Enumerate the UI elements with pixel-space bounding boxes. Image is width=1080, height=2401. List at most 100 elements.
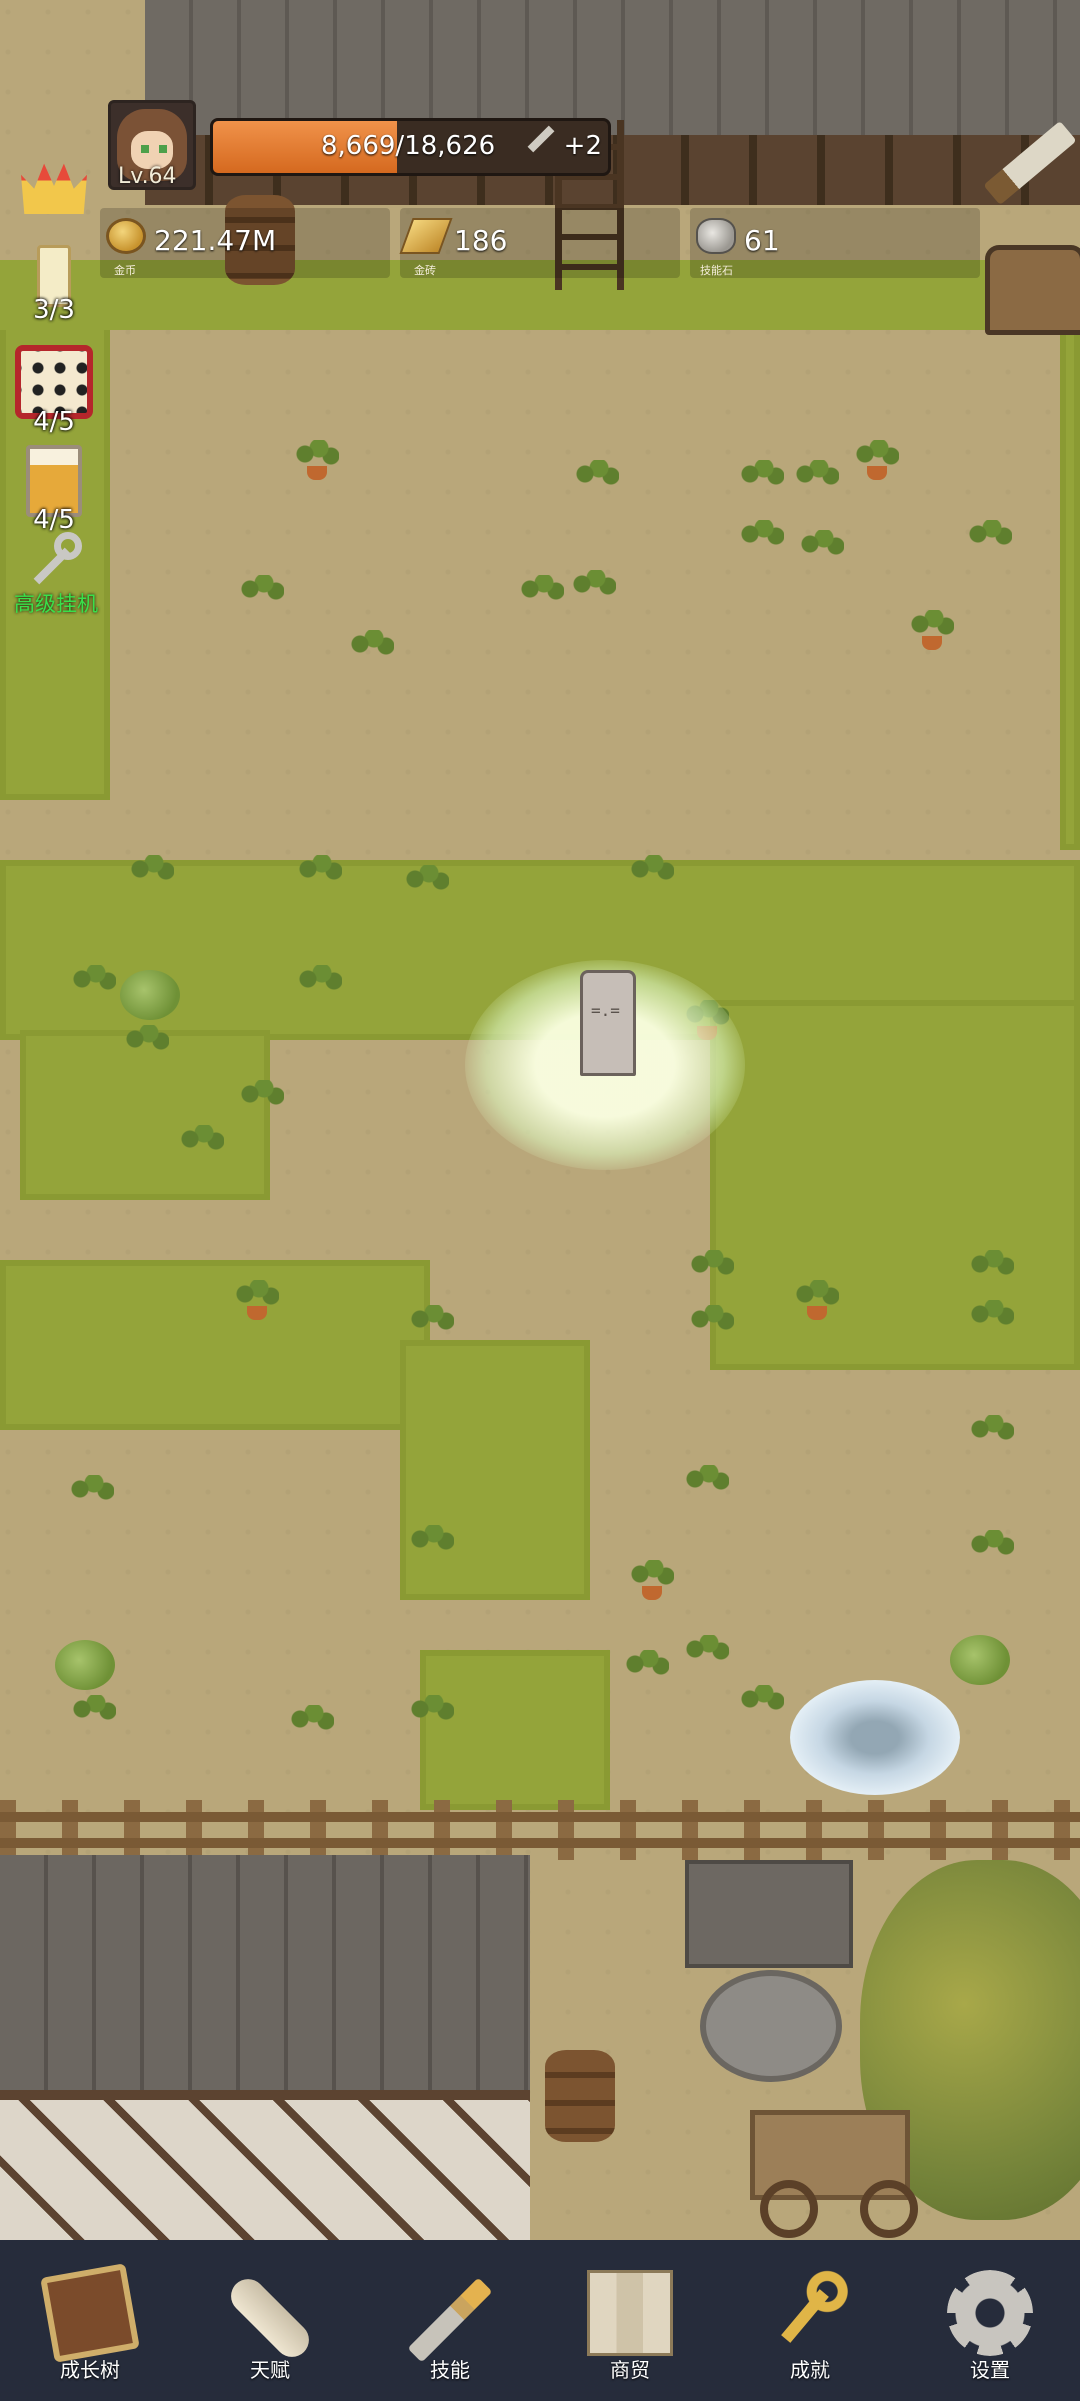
gold-key-icon [767,2270,853,2356]
sword-icon [407,2277,493,2363]
beer-button[interactable]: 4/5 [12,445,96,535]
crop-plant [240,575,284,615]
gold-bar-icon [399,218,453,254]
crop-plant [910,610,954,650]
grass-patch [710,1000,1080,1370]
exp-text: 8,669/18,626 [321,131,496,161]
skill-stone-icon [696,218,736,254]
resource-skill-stone[interactable]: 61 技能石 [690,208,980,278]
resource-gold-coin[interactable]: 221.47M 金币 [100,208,390,278]
crop-plant [855,440,899,480]
gold-bar-caption: 金砖 [414,264,436,277]
well [680,1860,853,2082]
dice-button[interactable]: 4/5 [12,345,96,437]
crop-plant [970,1415,1014,1455]
crop-plant [350,630,394,670]
candle-button[interactable]: 3/3 [12,245,96,325]
gold-coin-value: 221.47M [154,224,277,257]
skill-stone-caption: 技能石 [700,264,733,277]
nav-label: 成就 [790,2358,830,2382]
nav-growth-tree[interactable]: 成长树 [0,2240,180,2401]
crop-plant [410,1305,454,1345]
crop-plant [740,460,784,500]
crop-plant [575,460,619,500]
crop-plant [970,1530,1014,1570]
crop-plant [970,1250,1014,1290]
cabbage [55,1640,115,1690]
nav-label: 商贸 [610,2358,650,2382]
game-world[interactable]: =.= [0,0,1080,2240]
crop-plant [800,530,844,570]
crop-plant [410,1695,454,1735]
auto-idle-button[interactable]: 高级挂机 [6,532,106,618]
grass-patch [1060,270,1080,850]
nav-achievements[interactable]: 成就 [720,2240,900,2401]
nav-skills[interactable]: 技能 [360,2240,540,2401]
nav-settings[interactable]: 设置 [900,2240,1080,2401]
crop-plant [625,1650,669,1690]
crop-plant [130,855,174,895]
crop-plant [740,520,784,560]
bottom-nav: 成长树 天赋 技能 商贸 成就 设置 [0,2240,1080,2401]
player-character[interactable]: =.= [580,970,636,1076]
crop-plant [520,575,564,615]
exp-bar: 8,669/18,626 +2 [210,118,611,176]
cabbage [950,1635,1010,1685]
crop-plant [410,1525,454,1565]
crown-button[interactable] [12,158,96,214]
crop-plant [298,855,342,895]
barn [0,1855,530,2240]
crop-plant [180,1125,224,1165]
nav-talent[interactable]: 天赋 [180,2240,360,2401]
crop-plant [795,460,839,500]
exp-bonus: +2 [563,131,602,161]
resource-gold-bar[interactable]: 186 金砖 [399,208,680,278]
skill-stone-value: 61 [744,224,780,257]
crop-plant [690,1305,734,1345]
gold-bar-value: 186 [454,224,508,257]
dice-count: 4/5 [33,407,75,437]
nav-trade[interactable]: 商贸 [540,2240,720,2401]
crop-plant [240,1080,284,1120]
treasure-chest-icon[interactable] [985,245,1080,335]
crop-plant [125,1025,169,1065]
crop-plant [630,1560,674,1600]
water-portal[interactable] [790,1680,960,1795]
crop-plant [72,965,116,1005]
crop-plant [572,570,616,610]
crown-icon [21,163,87,214]
crop-plant [235,1280,279,1320]
gold-coin-caption: 金币 [114,264,136,277]
hammer-icon [527,125,555,153]
crop-plant [298,965,342,1005]
crop-plant [72,1695,116,1735]
wooden-cart [660,2110,930,2238]
gear-icon [947,2270,1033,2356]
crop-plant [290,1705,334,1745]
beer-count: 4/5 [33,505,75,535]
book-icon [40,2263,140,2363]
crop-plant [295,440,339,480]
crop-plant [630,855,674,895]
key-icon [26,532,86,598]
barrel [545,2050,615,2142]
crop-plant [968,520,1012,560]
cabbage [120,970,180,1020]
nav-label: 技能 [430,2358,470,2382]
nav-label: 设置 [970,2358,1010,2382]
crop-plant [795,1280,839,1320]
nav-label: 天赋 [250,2358,290,2382]
nav-label: 成长树 [60,2358,120,2382]
scroll-icon [224,2272,316,2364]
crop-plant [970,1300,1014,1340]
crop-plant [690,1250,734,1290]
gold-coin-icon [106,218,146,254]
crop-plant [685,1635,729,1675]
candle-count: 3/3 [33,295,75,325]
grass-patch [0,1260,430,1430]
crop-plant [405,865,449,905]
crop-plant [685,1465,729,1505]
fence [0,1800,1080,1860]
crop-plant [740,1685,784,1725]
map-icon [587,2270,673,2356]
